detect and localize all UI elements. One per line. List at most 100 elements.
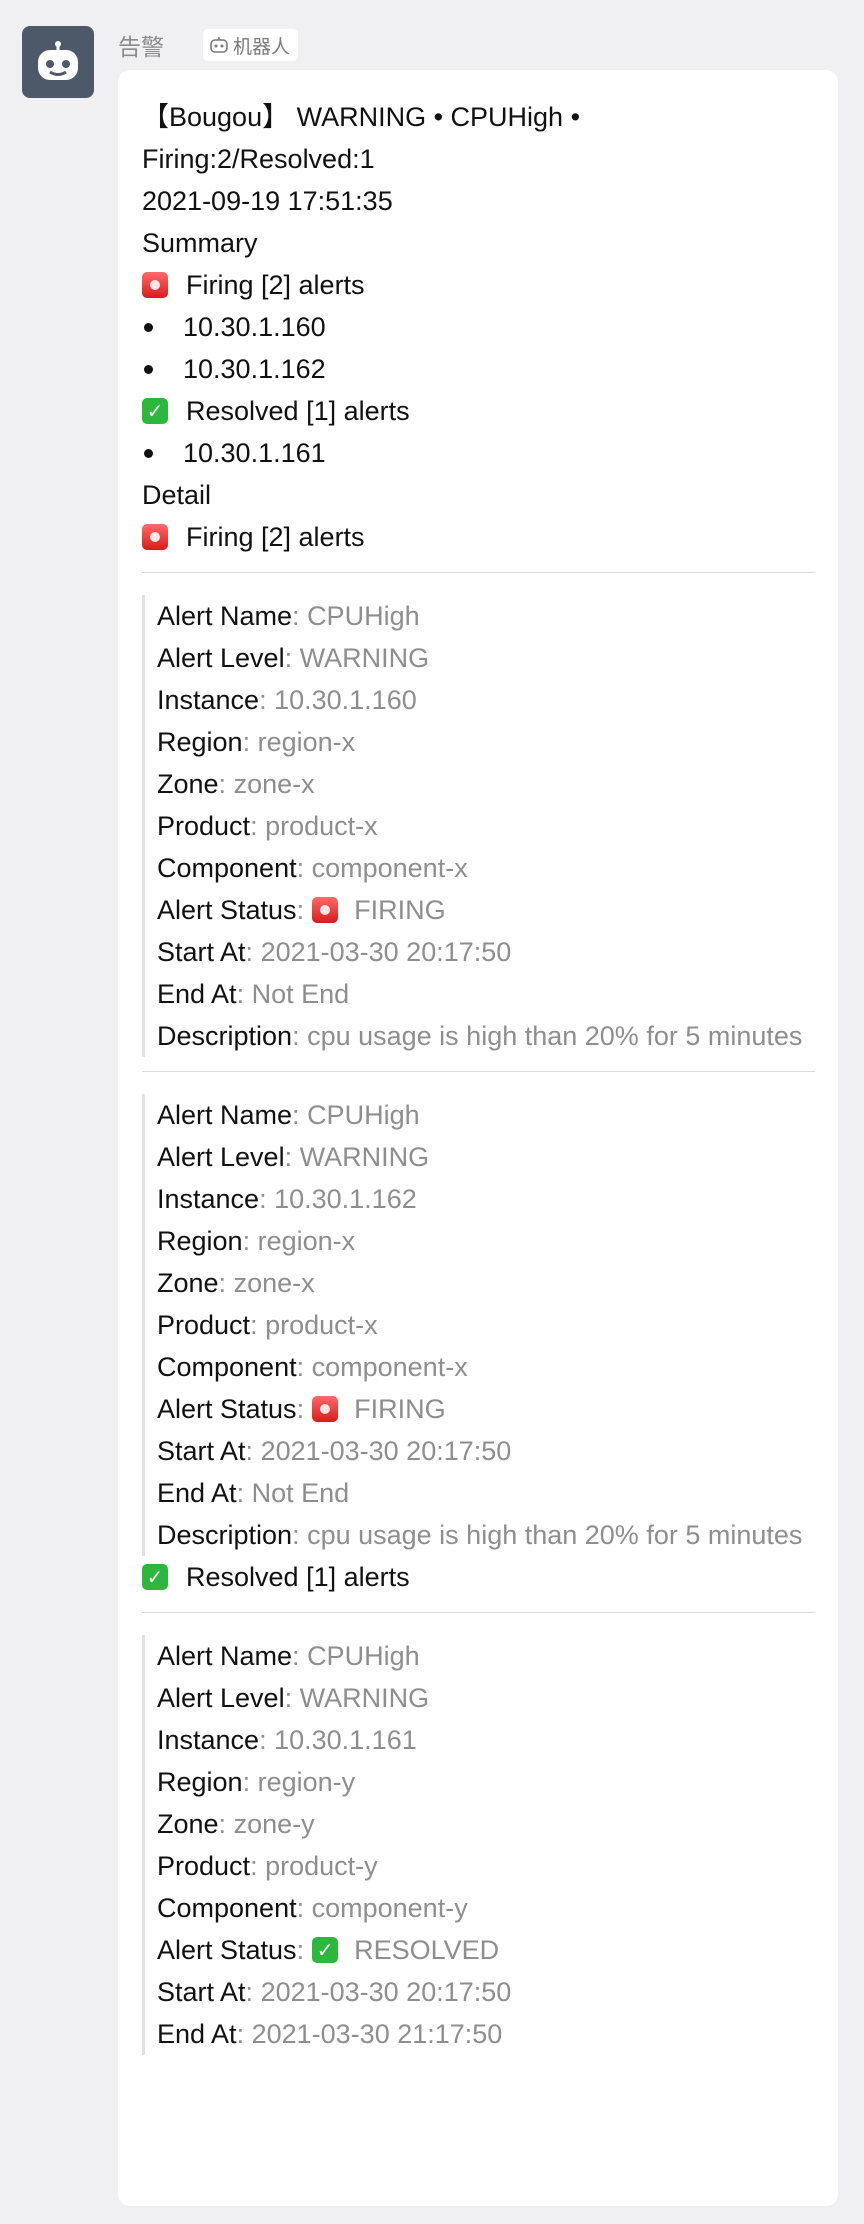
zone-row: Zone: zone-y xyxy=(157,1803,815,1845)
zone-row: Zone: zone-x xyxy=(157,1262,815,1304)
alert-status-value: FIRING xyxy=(354,1394,446,1424)
zone-label: Zone xyxy=(157,769,219,799)
list-item: 10.30.1.160 xyxy=(142,306,815,348)
region-label: Region xyxy=(157,727,243,757)
description-row: Description: cpu usage is high than 20% … xyxy=(157,1021,803,1051)
instance-value: 10.30.1.160 xyxy=(274,685,417,715)
alert-detail-block: Alert Name: CPUHigh Alert Level: WARNING… xyxy=(142,595,815,1057)
list-item: 10.30.1.161 xyxy=(142,432,815,474)
product-label: Product xyxy=(157,1310,251,1340)
region-row: Region: region-x xyxy=(157,1220,815,1262)
start-at-value: 2021-03-30 20:17:50 xyxy=(260,937,512,967)
alert-name-value: CPUHigh xyxy=(307,1641,420,1671)
summary-resolved-heading-text: Resolved [1] alerts xyxy=(186,396,410,426)
alert-level-value: WARNING xyxy=(299,1142,430,1172)
product-row: Product: product-y xyxy=(157,1845,815,1887)
alert-level-value: WARNING xyxy=(299,1683,430,1713)
end-at-value: 2021-03-30 21:17:50 xyxy=(251,2019,503,2049)
component-label: Component xyxy=(157,1352,297,1382)
description-value: cpu usage is high than 20% for 5 minutes xyxy=(307,1021,803,1051)
zone-label: Zone xyxy=(157,1268,219,1298)
siren-icon xyxy=(142,272,168,298)
divider xyxy=(142,572,815,573)
start-at-row: Start At: 2021-03-30 20:17:50 xyxy=(157,931,815,973)
resolved-instance: 10.30.1.161 xyxy=(183,438,326,468)
end-at-label: End At xyxy=(157,1478,237,1508)
summary-resolved-heading: ✓ Resolved [1] alerts xyxy=(142,390,815,432)
zone-label: Zone xyxy=(157,1809,219,1839)
divider xyxy=(142,1612,815,1613)
list-item: 10.30.1.162 xyxy=(142,348,815,390)
instance-row: Instance: 10.30.1.161 xyxy=(157,1719,815,1761)
summary-firing-heading: Firing [2] alerts xyxy=(142,264,815,306)
siren-icon xyxy=(312,1396,339,1422)
divider xyxy=(142,1071,815,1072)
siren-icon xyxy=(142,524,168,550)
sender-avatar[interactable] xyxy=(22,26,94,98)
end-at-row: End At: 2021-03-30 21:17:50 xyxy=(157,2013,815,2055)
instance-row: Instance: 10.30.1.162 xyxy=(157,1178,815,1220)
alert-status-value: FIRING xyxy=(354,895,446,925)
region-label: Region xyxy=(157,1767,243,1797)
firing-instance: 10.30.1.160 xyxy=(183,312,326,342)
end-at-row: End At: Not End xyxy=(157,1472,815,1514)
region-row: Region: region-y xyxy=(157,1761,815,1803)
alert-status-label: Alert Status xyxy=(157,1394,297,1424)
summary-title: Summary xyxy=(142,228,258,258)
alert-name-row: Alert Name: CPUHigh xyxy=(157,595,815,637)
component-value: component-x xyxy=(311,1352,468,1382)
alert-status-row: Alert Status: FIRING xyxy=(157,1388,815,1430)
product-value: product-y xyxy=(265,1851,378,1881)
end-at-value: Not End xyxy=(251,979,350,1009)
siren-icon xyxy=(312,897,339,923)
detail-resolved-heading: ✓ Resolved [1] alerts xyxy=(142,1556,815,1598)
instance-value: 10.30.1.161 xyxy=(274,1725,417,1755)
alert-status-value: RESOLVED xyxy=(354,1935,500,1965)
alert-name-label: Alert Name xyxy=(157,1641,293,1671)
alert-status-label: Alert Status xyxy=(157,1935,297,1965)
message-bubble[interactable]: 【Bougou】 WARNING • CPUHigh • Firing:2/Re… xyxy=(118,70,838,2206)
bullet-icon xyxy=(144,322,153,332)
alert-level-label: Alert Level xyxy=(157,643,285,673)
robot-icon xyxy=(210,37,228,53)
detail-resolved-heading-text: Resolved [1] alerts xyxy=(186,1562,410,1592)
alert-level-row: Alert Level: WARNING xyxy=(157,1136,815,1178)
alert-level-row: Alert Level: WARNING xyxy=(157,637,815,679)
message-header-line1: 【Bougou】 WARNING • CPUHigh • xyxy=(142,102,581,132)
instance-value: 10.30.1.162 xyxy=(274,1184,417,1214)
region-row: Region: region-x xyxy=(157,721,815,763)
region-value: region-y xyxy=(257,1767,356,1797)
alert-level-row: Alert Level: WARNING xyxy=(157,1677,815,1719)
alert-status-label: Alert Status xyxy=(157,895,297,925)
alert-detail-block: Alert Name: CPUHigh Alert Level: WARNING… xyxy=(142,1094,815,1556)
detail-title: Detail xyxy=(142,480,212,510)
instance-label: Instance xyxy=(157,685,260,715)
zone-value: zone-x xyxy=(233,769,315,799)
end-at-row: End At: Not End xyxy=(157,973,815,1015)
bullet-icon xyxy=(144,364,153,374)
bullet-icon xyxy=(144,448,153,458)
component-label: Component xyxy=(157,853,297,883)
detail-firing-heading-text: Firing [2] alerts xyxy=(186,522,365,552)
description-label: Description xyxy=(157,1520,293,1550)
component-row: Component: component-x xyxy=(157,1346,815,1388)
start-at-value: 2021-03-30 20:17:50 xyxy=(260,1436,512,1466)
instance-label: Instance xyxy=(157,1184,260,1214)
region-label: Region xyxy=(157,1226,243,1256)
zone-value: zone-x xyxy=(233,1268,315,1298)
summary-firing-heading-text: Firing [2] alerts xyxy=(186,270,365,300)
start-at-row: Start At: 2021-03-30 20:17:50 xyxy=(157,1430,815,1472)
bot-tag: 机器人 xyxy=(203,29,299,61)
start-at-label: Start At xyxy=(157,1977,246,2007)
alert-name-row: Alert Name: CPUHigh xyxy=(157,1635,815,1677)
message-timestamp: 2021-09-19 17:51:35 xyxy=(142,186,393,216)
component-row: Component: component-x xyxy=(157,847,815,889)
end-at-label: End At xyxy=(157,2019,237,2049)
alert-name-label: Alert Name xyxy=(157,601,293,631)
alert-detail-block: Alert Name: CPUHigh Alert Level: WARNING… xyxy=(142,1635,815,2055)
component-label: Component xyxy=(157,1893,297,1923)
sender-name: 告警 xyxy=(118,34,164,60)
alert-status-row: Alert Status: ✓ RESOLVED xyxy=(157,1929,815,1971)
message-header-line2: Firing:2/Resolved:1 xyxy=(142,144,375,174)
alert-level-label: Alert Level xyxy=(157,1683,285,1713)
